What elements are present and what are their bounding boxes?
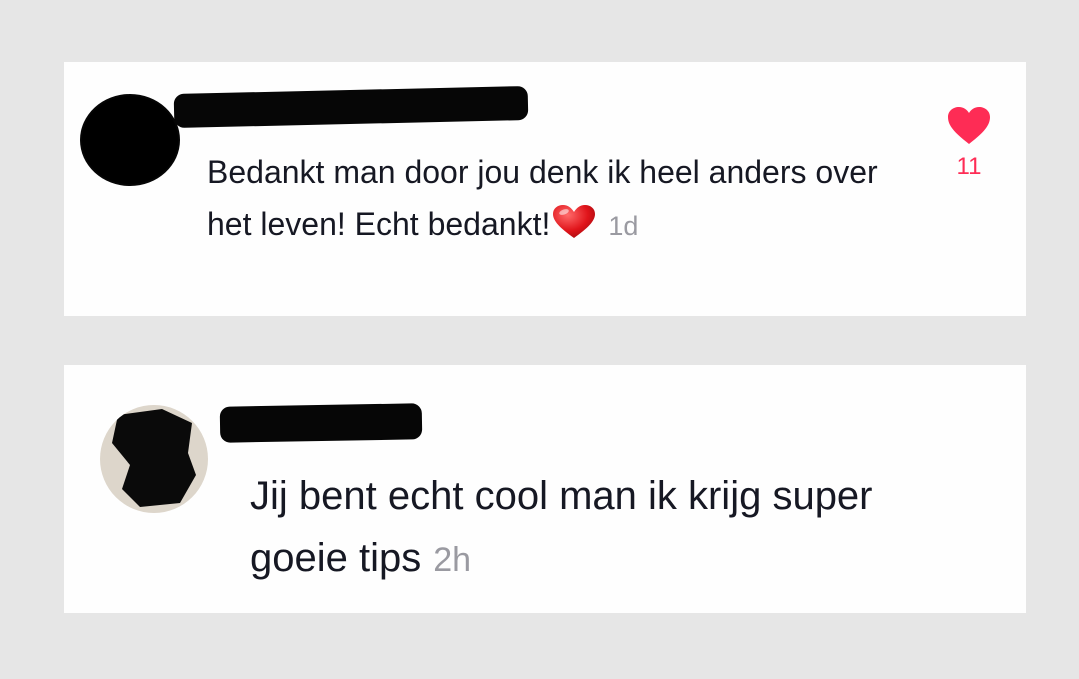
like-count: 11 <box>956 153 982 180</box>
comment-card: Jij bent echt cool man ik krijg super go… <box>64 365 1026 613</box>
avatar[interactable] <box>80 94 180 186</box>
comment-text: Jij bent echt cool man ik krijg super go… <box>250 465 950 591</box>
username-redaction <box>173 85 529 129</box>
avatar-scribble <box>112 409 196 507</box>
comment-body: Jij bent echt cool man ik krijg super go… <box>250 474 873 580</box>
like-button[interactable]: 11 <box>944 106 994 181</box>
red-heart-emoji-icon <box>552 202 596 254</box>
username-redaction <box>219 403 423 443</box>
heart-icon <box>948 107 990 144</box>
timestamp: 1d <box>608 211 639 241</box>
avatar-scribble <box>82 96 178 184</box>
comment-card: Bedankt man door jou denk ik heel anders… <box>64 62 1026 316</box>
timestamp: 2h <box>433 541 472 579</box>
avatar[interactable] <box>100 405 208 513</box>
comment-text: Bedankt man door jou denk ik heel anders… <box>207 146 887 254</box>
comment-body: Bedankt man door jou denk ik heel anders… <box>207 154 878 242</box>
